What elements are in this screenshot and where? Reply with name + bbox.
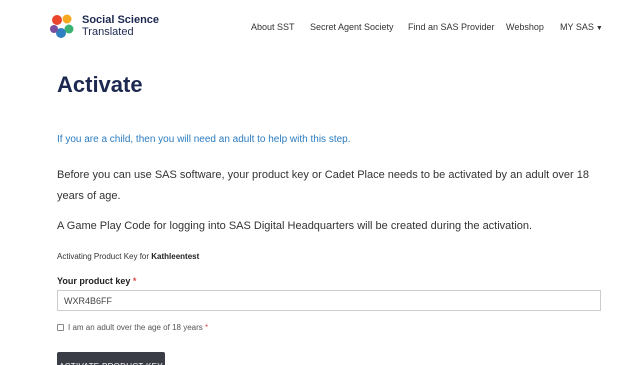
brand-name[interactable]: Social Science Translated xyxy=(82,14,159,38)
nav-about-sst[interactable]: About SST xyxy=(251,22,295,32)
child-help-note: If you are a child, then you will need a… xyxy=(57,134,351,145)
activating-username: Kathleentest xyxy=(151,252,200,261)
nav-find-sas-provider[interactable]: Find an SAS Provider xyxy=(408,22,495,32)
caret-down-icon: ▼ xyxy=(595,25,603,32)
nav-secret-agent-society[interactable]: Secret Agent Society xyxy=(310,22,394,32)
required-marker-adult: * xyxy=(204,323,209,332)
page: Social Science Translated About SST Secr… xyxy=(0,0,629,365)
product-key-label-text: Your product key xyxy=(57,276,131,286)
activation-requirement-text: Before you can use SAS software, your pr… xyxy=(57,169,589,202)
social-science-translated-logo-icon[interactable] xyxy=(49,13,75,39)
game-play-code-text: A Game Play Code for logging into SAS Di… xyxy=(57,220,533,232)
site-header: Social Science Translated About SST Secr… xyxy=(0,0,629,52)
adult-confirmation-label: I am an adult over the age of 18 years xyxy=(68,323,203,332)
activate-product-key-button[interactable]: ACTIVATE PRODUCT KEY xyxy=(57,352,165,365)
adult-confirmation[interactable]: I am an adult over the age of 18 years * xyxy=(57,323,208,332)
page-title: Activate xyxy=(57,72,143,97)
nav-webshop[interactable]: Webshop xyxy=(506,22,544,32)
nav-my-sas-label: MY SAS xyxy=(560,22,594,32)
adult-confirmation-checkbox[interactable] xyxy=(57,324,64,331)
product-key-label: Your product key * xyxy=(57,276,136,286)
activating-prefix: Activating Product Key for xyxy=(57,252,152,261)
brand-line-1: Social Science xyxy=(82,14,160,26)
nav-my-sas[interactable]: MY SAS ▼ xyxy=(560,22,603,32)
activating-for-text: Activating Product Key for Kathleentest xyxy=(57,252,199,261)
required-marker: * xyxy=(132,276,137,286)
brand-line-2: Translated xyxy=(82,26,134,38)
product-key-input[interactable] xyxy=(57,290,601,311)
